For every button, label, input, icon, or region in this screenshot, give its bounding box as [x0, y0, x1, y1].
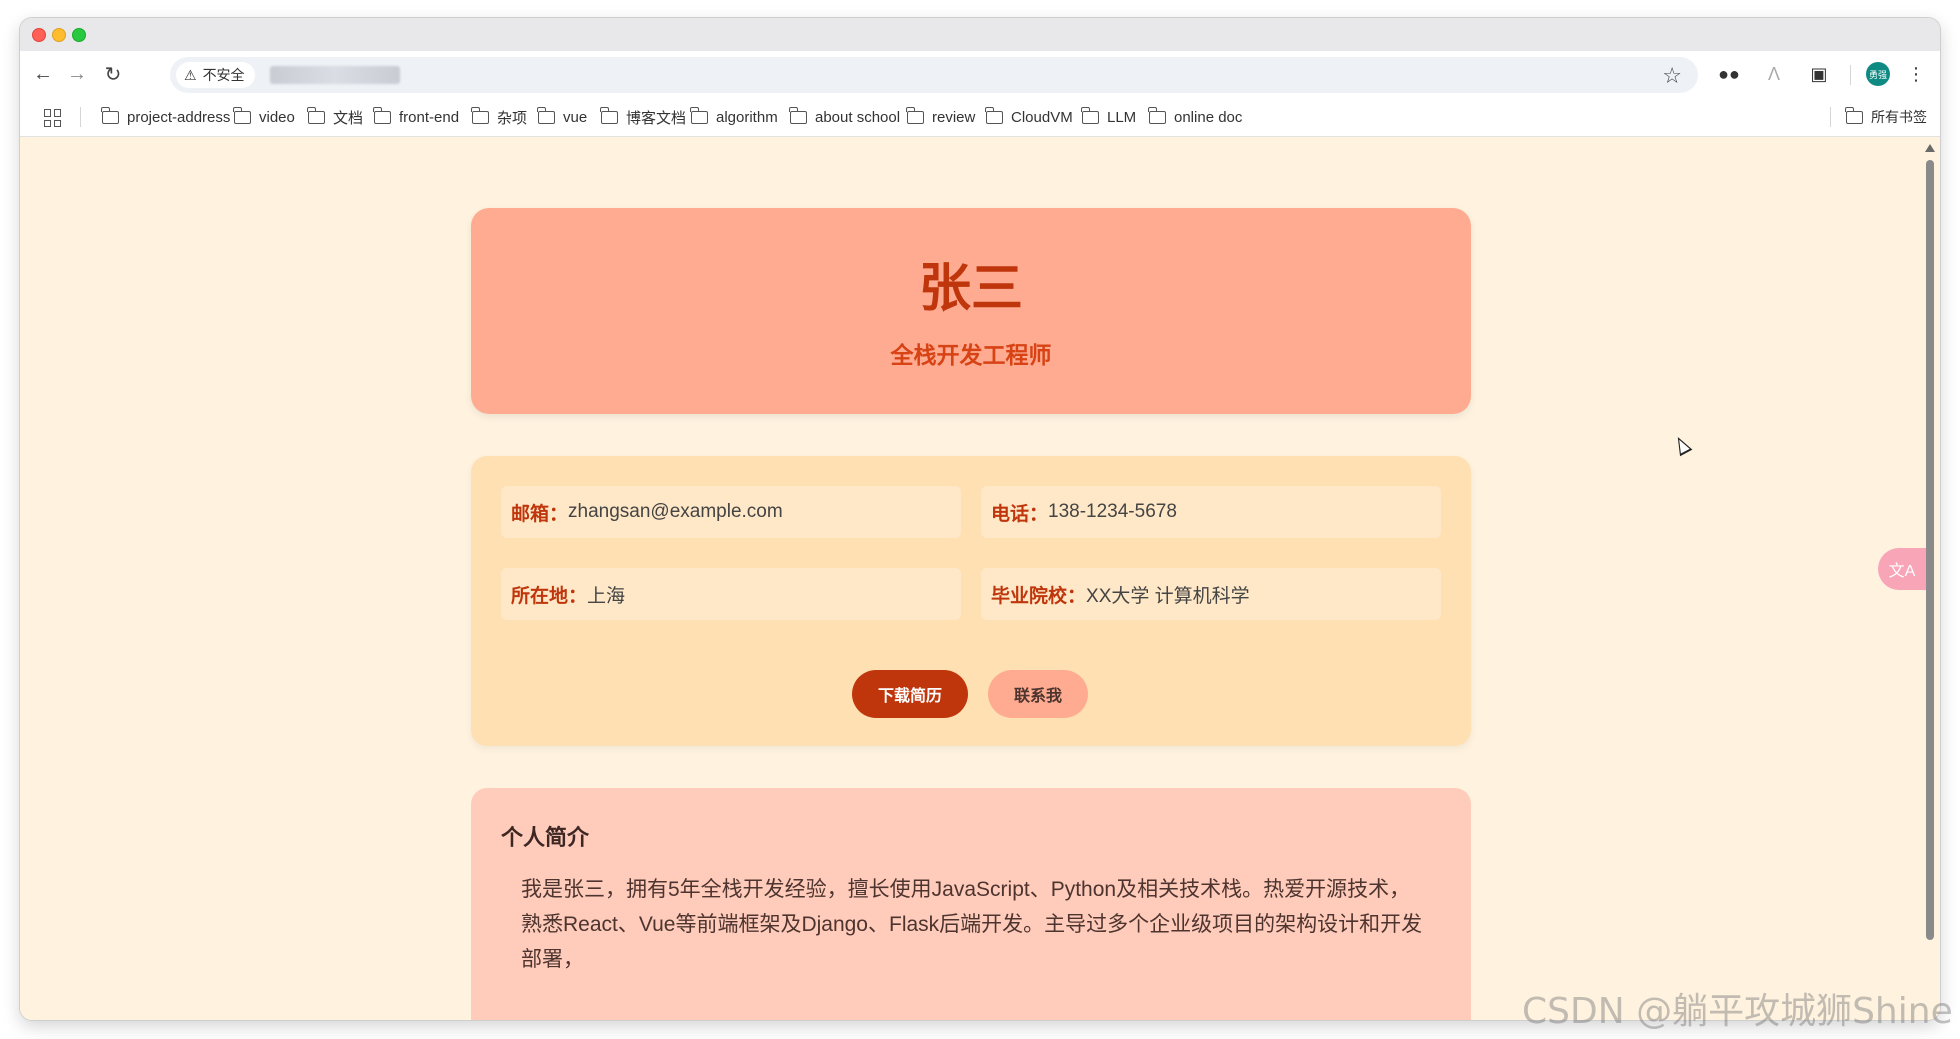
location-label: 所在地：	[511, 585, 588, 607]
apps-grid-icon[interactable]	[44, 109, 62, 127]
address-bar[interactable]: ⚠ 不安全 ☆	[170, 57, 1698, 93]
bookmarks-bar: project-address video 文档 front-end 杂项 vu…	[20, 97, 1940, 137]
bookmark-folder[interactable]: about school	[789, 106, 900, 128]
profile-avatar[interactable]: 勇强	[1866, 62, 1890, 86]
bookmarks-divider	[80, 107, 81, 127]
maximize-window-button[interactable]	[72, 28, 86, 42]
bookmark-folder[interactable]: video	[233, 106, 295, 128]
bookmark-folder[interactable]: LLM	[1081, 106, 1136, 128]
bookmark-folder[interactable]: algorithm	[690, 106, 778, 128]
scroll-up-icon[interactable]	[1925, 144, 1935, 152]
bookmark-folder[interactable]: online doc	[1148, 106, 1242, 128]
close-window-button[interactable]	[32, 28, 46, 42]
folder-icon	[690, 106, 708, 124]
folder-icon	[906, 106, 924, 124]
bookmark-folder[interactable]: project-address	[101, 106, 230, 128]
back-icon[interactable]: ←	[30, 61, 56, 87]
bookmark-folder[interactable]: front-end	[373, 106, 459, 128]
resume-job-title: 全栈开发工程师	[890, 342, 1052, 368]
phone-value: 138-1234-5678	[1048, 501, 1177, 522]
minimize-window-button[interactable]	[52, 28, 66, 42]
all-bookmarks-folder[interactable]: 所有书签	[1845, 106, 1927, 128]
security-chip[interactable]: ⚠ 不安全	[176, 62, 255, 88]
folder-icon	[537, 106, 555, 124]
location-field: 所在地： 上海	[501, 568, 961, 620]
folder-icon	[233, 106, 251, 124]
more-menu-icon[interactable]: ⋮	[1903, 61, 1929, 87]
warning-icon: ⚠	[184, 66, 197, 83]
browser-toolbar: ← → ↻ ⚠ 不安全 ☆ ●● Λ ▣ 勇强 ⋮	[20, 51, 1940, 97]
bookmark-star-icon[interactable]: ☆	[1662, 63, 1682, 89]
folder-icon	[101, 106, 119, 124]
folder-icon	[1845, 106, 1863, 124]
school-label: 毕业院校：	[991, 585, 1087, 607]
intro-heading: 个人简介	[501, 825, 590, 850]
title-bar	[20, 18, 1940, 51]
extension-mountain-icon[interactable]: Λ	[1761, 61, 1787, 87]
toolbar-divider	[1850, 65, 1851, 85]
bookmark-folder[interactable]: 杂项	[471, 106, 527, 128]
contact-me-button[interactable]: 联系我	[988, 670, 1088, 718]
extension-glasses-icon[interactable]: ●●	[1716, 61, 1742, 87]
resume-name: 张三	[918, 260, 1023, 318]
folder-icon	[373, 106, 391, 124]
watermark: CSDN @躺平攻城狮Shine	[1522, 991, 1953, 1032]
bookmark-folder[interactable]: 博客文档	[600, 106, 686, 128]
bookmark-folder[interactable]: vue	[537, 106, 587, 128]
reload-icon[interactable]: ↻	[100, 61, 126, 87]
bookmark-folder[interactable]: 文档	[307, 106, 363, 128]
phone-label: 电话：	[991, 503, 1049, 525]
bookmark-folder[interactable]: CloudVM	[985, 106, 1073, 128]
folder-icon	[1148, 106, 1166, 124]
folder-icon	[789, 106, 807, 124]
security-label: 不安全	[202, 67, 245, 83]
location-value: 上海	[587, 585, 626, 607]
download-resume-button[interactable]: 下载简历	[852, 670, 968, 718]
browser-window: ← → ↻ ⚠ 不安全 ☆ ●● Λ ▣ 勇强 ⋮ project-addres…	[20, 18, 1940, 1020]
phone-field: 电话： 138-1234-5678	[981, 486, 1441, 538]
email-field: 邮箱： zhangsan@example.com	[501, 486, 961, 538]
folder-icon	[1081, 106, 1099, 124]
url-text-blurred	[270, 66, 400, 84]
translate-button[interactable]: 文A	[1878, 548, 1926, 590]
folder-icon	[471, 106, 489, 124]
email-label: 邮箱：	[511, 503, 569, 525]
bookmark-folder[interactable]: review	[906, 106, 975, 128]
intro-text: 我是张三，拥有5年全栈开发经验，擅长使用JavaScript、Python及相关…	[521, 878, 1423, 971]
bookmarks-divider	[1830, 107, 1831, 127]
folder-icon	[307, 106, 325, 124]
resume-header-card: 张三 全栈开发工程师	[471, 208, 1471, 414]
contact-info-card: 邮箱： zhangsan@example.com 电话： 138-1234-56…	[471, 456, 1471, 746]
email-value: zhangsan@example.com	[568, 501, 783, 522]
page-viewport: 张三 全栈开发工程师 邮箱： zhangsan@example.com 电话： …	[20, 138, 1920, 1020]
school-value: XX大学 计算机科学	[1086, 585, 1250, 607]
folder-icon	[985, 106, 1003, 124]
school-field: 毕业院校： XX大学 计算机科学	[981, 568, 1441, 620]
extensions-puzzle-icon[interactable]: ▣	[1806, 61, 1832, 87]
folder-icon	[600, 106, 618, 124]
forward-icon[interactable]: →	[64, 61, 90, 87]
intro-card: 个人简介 我是张三，拥有5年全栈开发经验，擅长使用JavaScript、Pyth…	[471, 788, 1471, 1020]
scrollbar-thumb[interactable]	[1926, 160, 1934, 940]
